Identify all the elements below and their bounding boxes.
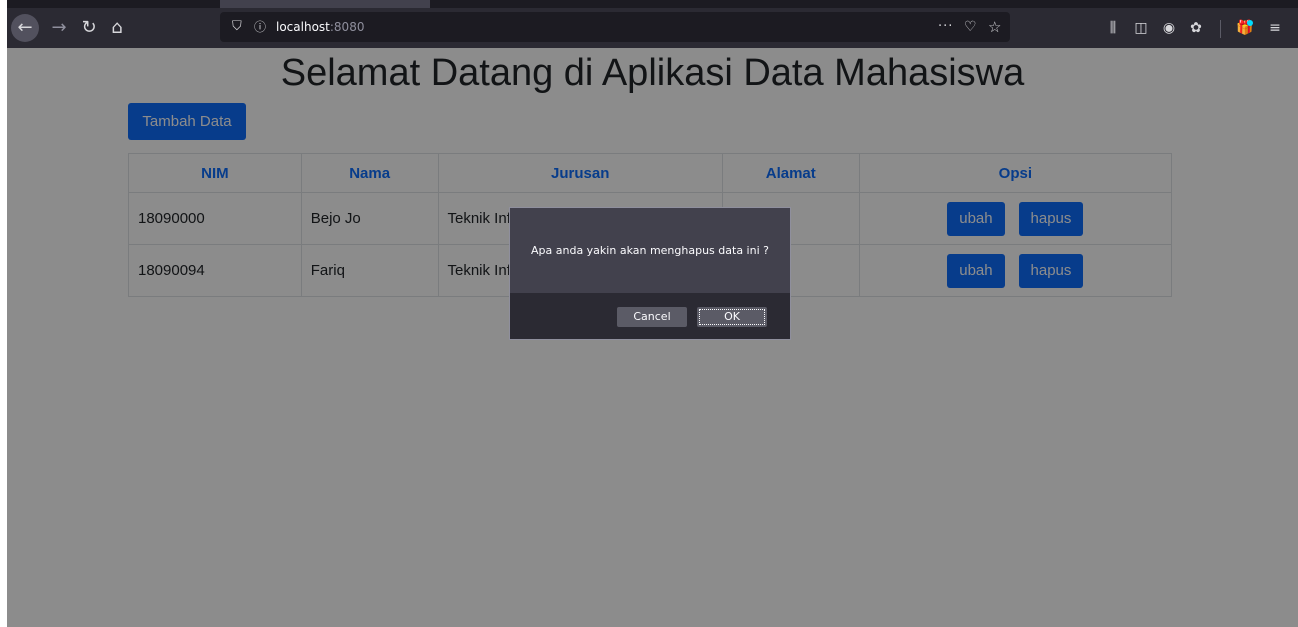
bookmark-star-icon[interactable]: ☆ xyxy=(988,12,1001,42)
menu-icon[interactable]: ≡ xyxy=(1263,16,1287,40)
toolbar-divider xyxy=(1220,20,1221,38)
account-icon[interactable]: ◉ xyxy=(1157,16,1181,40)
library-icon[interactable]: ⫼ xyxy=(1101,16,1125,40)
back-icon[interactable]: ← xyxy=(11,14,39,42)
navigation-bar: ← → ↻ ⌂ ⛉ ⓘ localhost:8080 ··· ♡ ☆ ⫼ ◫ ◉… xyxy=(7,8,1298,48)
url-text[interactable]: localhost:8080 xyxy=(276,12,364,42)
cancel-button[interactable]: Cancel xyxy=(617,307,687,327)
dialog-message: Apa anda yakin akan menghapus data ini ? xyxy=(531,244,769,257)
url-bar[interactable]: ⛉ ⓘ localhost:8080 ··· ♡ ☆ xyxy=(220,12,1010,42)
page-actions-icon[interactable]: ··· xyxy=(938,12,953,42)
notification-dot xyxy=(1247,20,1253,26)
extension-icon[interactable]: ✿ xyxy=(1184,16,1208,40)
forward-icon[interactable]: → xyxy=(45,14,73,42)
whatsnew-icon[interactable]: 🎁 xyxy=(1233,16,1257,40)
shield-icon[interactable]: ⛉ xyxy=(232,12,242,42)
confirm-dialog: Apa anda yakin akan menghapus data ini ?… xyxy=(509,207,791,340)
browser-chrome: ← → ↻ ⌂ ⛉ ⓘ localhost:8080 ··· ♡ ☆ ⫼ ◫ ◉… xyxy=(7,0,1298,48)
active-tab[interactable] xyxy=(220,0,430,8)
ok-button[interactable]: OK xyxy=(697,307,767,327)
url-port: :8080 xyxy=(329,20,365,34)
pocket-icon[interactable]: ♡ xyxy=(964,12,977,42)
dialog-footer: Cancel OK xyxy=(510,293,790,339)
url-host: localhost xyxy=(276,20,330,34)
tab-strip xyxy=(7,0,1298,8)
info-icon[interactable]: ⓘ xyxy=(254,12,266,42)
reload-icon[interactable]: ↻ xyxy=(75,14,103,42)
sidebar-icon[interactable]: ◫ xyxy=(1129,16,1153,40)
home-icon[interactable]: ⌂ xyxy=(103,14,131,42)
page-content: Selamat Datang di Aplikasi Data Mahasisw… xyxy=(7,48,1298,627)
